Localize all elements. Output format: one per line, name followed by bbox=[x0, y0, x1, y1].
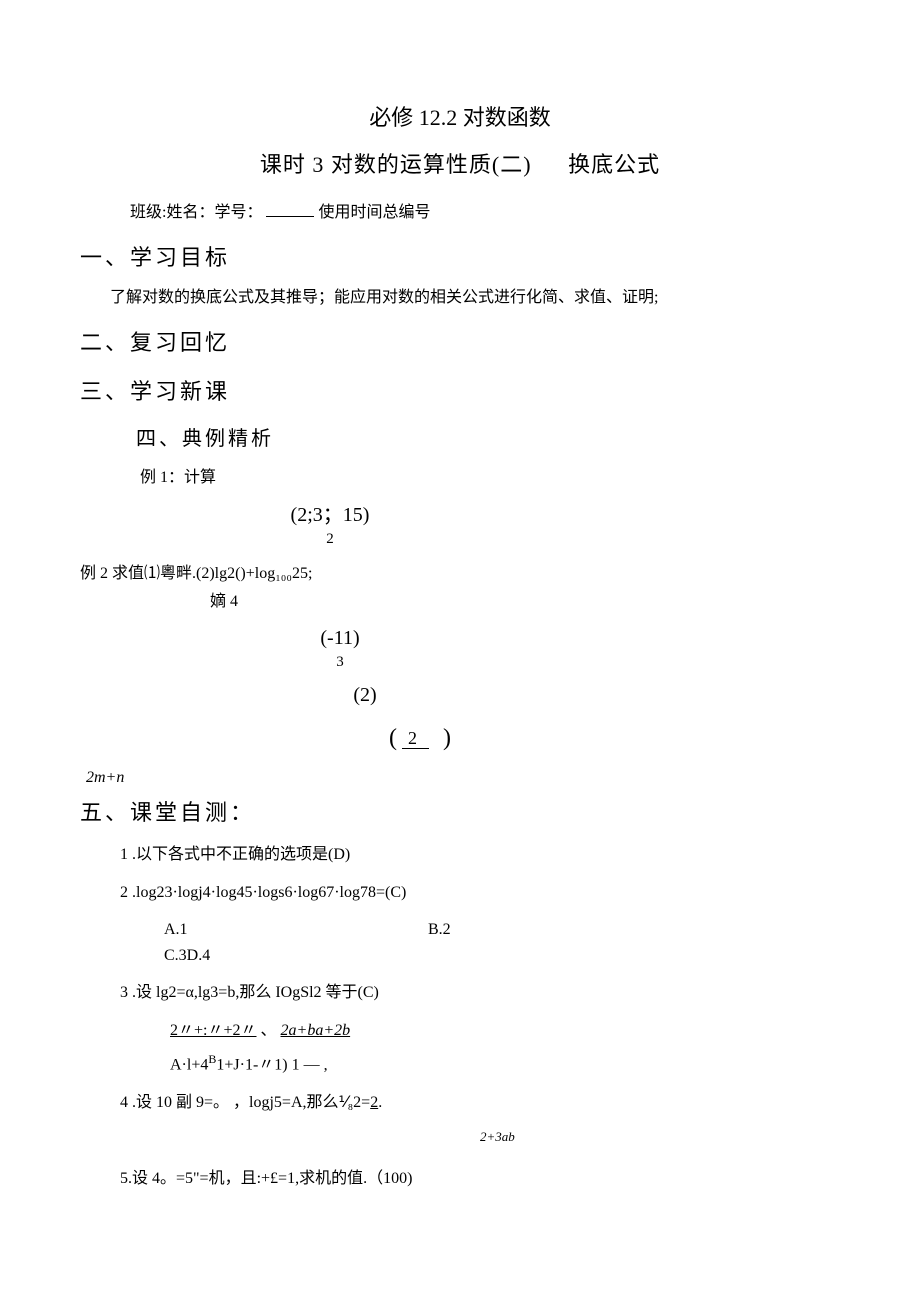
ex2-b1-bot: 3 bbox=[0, 654, 840, 671]
ex2-b1-top: (-11) bbox=[0, 622, 840, 654]
q4-note: 2+3ab bbox=[480, 1127, 840, 1148]
example-2-block2: (2) bbox=[0, 679, 840, 711]
section-4-heading: 四、典例精析 bbox=[136, 423, 840, 455]
example-2-block1: (-11) 3 bbox=[80, 622, 840, 671]
question-5: 5.设 4。=5"=机，且:+£=1,求机的值.（100) bbox=[120, 1166, 840, 1192]
q3-opt-a: A·l+4 bbox=[170, 1056, 208, 1073]
question-3: 3 .设 lg2=α,lg3=b,那么 IOgSl2 等于(C) bbox=[120, 980, 840, 1006]
doc-title: 必修 12.2 对数函数 bbox=[80, 100, 840, 135]
section-3-heading: 三、学习新课 bbox=[80, 374, 840, 409]
q2-option-d: D.4 bbox=[187, 947, 211, 964]
ex1-math-top: (2;3；15) bbox=[0, 499, 840, 531]
student-info-line: 班级:姓名：学号： 使用时间总编号 bbox=[130, 200, 840, 226]
ex2-frac-den bbox=[434, 728, 439, 748]
question-2: 2 .log23·logj4·log45·logs6·log67·log78=(… bbox=[120, 880, 840, 906]
doc-subtitle: 课时 3 对数的运算性质(二) 换底公式 bbox=[80, 147, 840, 182]
example-1-math: (2;3；15) 2 bbox=[80, 499, 840, 548]
example-2-line: 例 2 求值⑴粵畔.(2)lg2()+log₁₀₀25; bbox=[80, 561, 840, 587]
example-2-frac: ( 2 ) bbox=[0, 719, 840, 757]
q2-option-a: A.1 bbox=[164, 917, 424, 943]
blank-field[interactable] bbox=[266, 216, 314, 217]
q3-underline-row: 2〃+:〃+2〃 、 2a+ba+2b bbox=[170, 1018, 840, 1044]
info-suffix: 使用时间总编号 bbox=[318, 204, 430, 221]
q3-under-1: 2〃+:〃+2〃 bbox=[170, 1022, 257, 1039]
example-2-subline: 嫡 4 bbox=[210, 589, 840, 615]
paren-open: ( bbox=[389, 725, 397, 751]
q3-option-line: A·l+4B1+J·1-〃1) 1 — , bbox=[170, 1050, 840, 1078]
section-5-heading: 五、课堂自测： bbox=[80, 795, 840, 830]
section-1-heading: 一、学习目标 bbox=[80, 240, 840, 275]
q2-options-row1: A.1 B.2 bbox=[164, 917, 840, 943]
q2-options-row2: C.3D.4 bbox=[164, 943, 840, 969]
q4-answer: 2 bbox=[370, 1094, 378, 1111]
subtitle-part-a: 课时 3 对数的运算性质(二) bbox=[260, 152, 532, 177]
q2-option-c: C.3 bbox=[164, 947, 187, 964]
section-1-body: 了解对数的换底公式及其推导；能应用对数的相关公式进行化简、求值、证明; bbox=[110, 285, 840, 311]
question-4: 4 .设 10 副 9=。 ，logj5=A,那么⅟₈2=2. bbox=[120, 1090, 840, 1116]
q2-option-b: B.2 bbox=[428, 921, 451, 938]
info-prefix: 班级:姓名：学号： bbox=[130, 204, 262, 221]
question-1: 1 .以下各式中不正确的选项是(D) bbox=[120, 842, 840, 868]
example-1-label: 例 1：计算 bbox=[140, 465, 840, 491]
paren-close: ) bbox=[443, 725, 451, 751]
q3-under-2: 2a+ba+2b bbox=[281, 1022, 351, 1039]
section-2-heading: 二、复习回忆 bbox=[80, 325, 840, 360]
italic-2m-n: 2m+n bbox=[86, 765, 840, 791]
q4-text: 4 .设 10 副 9=。 ，logj5=A,那么⅟₈2= bbox=[120, 1094, 370, 1111]
question-list: 1 .以下各式中不正确的选项是(D) 2 .log23·logj4·log45·… bbox=[120, 842, 840, 1191]
ex1-math-bot: 2 bbox=[0, 531, 840, 548]
ex2-frac-num: 2 bbox=[402, 728, 429, 749]
q3-opt-rest: 1+J·1-〃1) 1 — , bbox=[216, 1056, 327, 1073]
subtitle-part-b: 换底公式 bbox=[568, 147, 660, 182]
